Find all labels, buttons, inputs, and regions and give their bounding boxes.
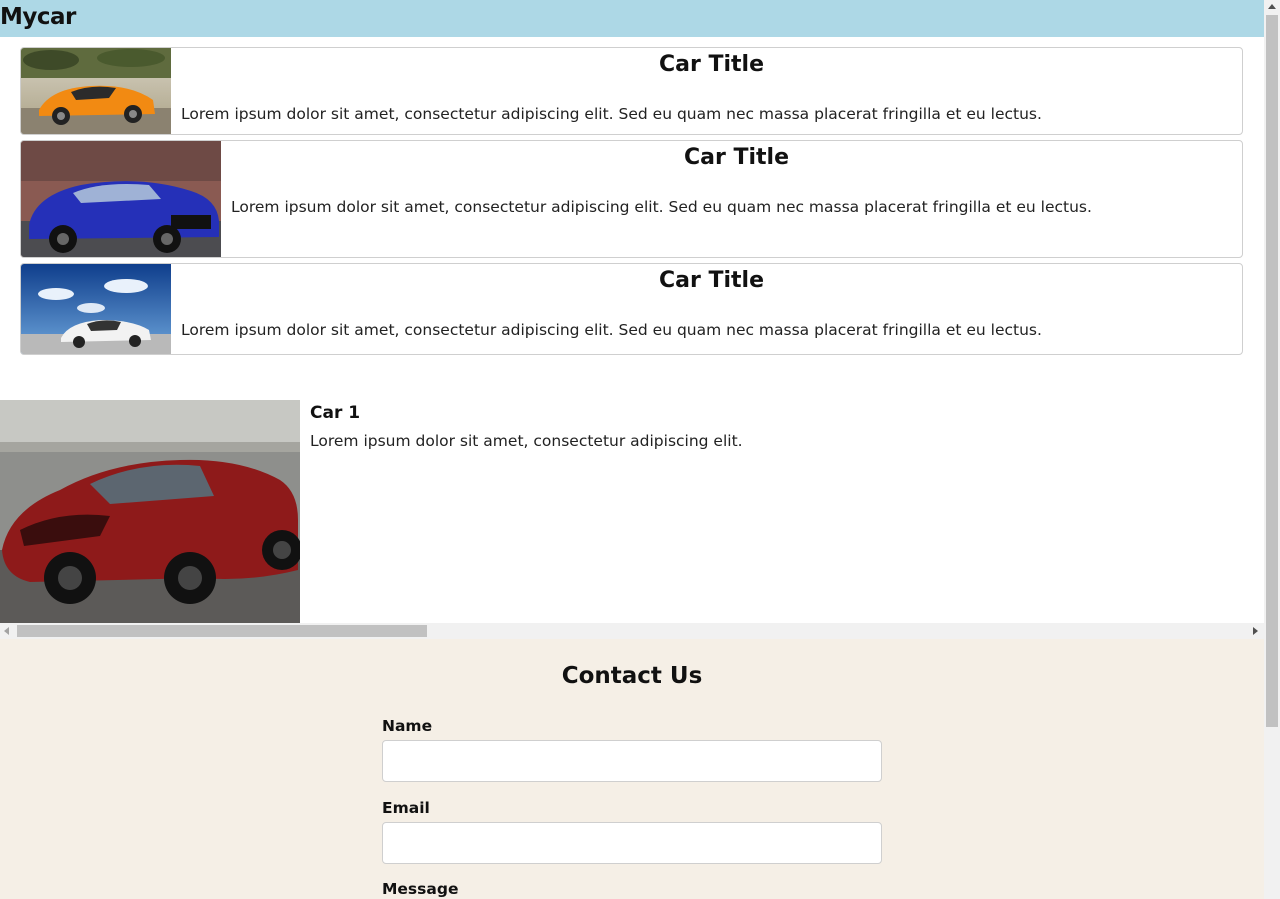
car-card-image xyxy=(21,264,171,354)
car-card: Car Title Lorem ipsum dolor sit amet, co… xyxy=(20,263,1243,355)
scroll-left-icon[interactable] xyxy=(4,627,9,635)
car-card: Car Title Lorem ipsum dolor sit amet, co… xyxy=(20,47,1243,135)
email-field[interactable] xyxy=(382,822,882,864)
gallery-item-text: Lorem ipsum dolor sit amet, consectetur … xyxy=(310,432,743,450)
car-card-title: Car Title xyxy=(658,268,765,293)
contact-title: Contact Us xyxy=(561,663,703,689)
car-card-title: Car Title xyxy=(658,52,765,77)
name-field[interactable] xyxy=(382,740,882,782)
contact-section: Contact Us Name Email Message xyxy=(0,639,1264,899)
car-card-image xyxy=(21,48,171,134)
car-card-image xyxy=(21,141,221,257)
gallery-item-title: Car 1 xyxy=(310,403,361,423)
car-card-text: Lorem ipsum dolor sit amet, consectetur … xyxy=(231,198,1092,216)
scrollbar-thumb[interactable] xyxy=(1266,15,1278,727)
gallery-item-image xyxy=(0,400,300,623)
car-card-text: Lorem ipsum dolor sit amet, consectetur … xyxy=(181,105,1042,123)
scroll-up-icon[interactable] xyxy=(1268,4,1276,9)
car-card: Car Title Lorem ipsum dolor sit amet, co… xyxy=(20,140,1243,258)
scroll-right-icon[interactable] xyxy=(1253,627,1258,635)
scrollbar-thumb[interactable] xyxy=(17,625,427,637)
car-card-title: Car Title xyxy=(683,145,790,170)
car-card-text: Lorem ipsum dolor sit amet, consectetur … xyxy=(181,321,1042,339)
vertical-scrollbar[interactable] xyxy=(1264,0,1280,899)
horizontal-scrollbar[interactable] xyxy=(0,623,1264,639)
site-brand[interactable]: Mycar xyxy=(0,4,76,30)
email-label: Email xyxy=(382,799,430,817)
name-label: Name xyxy=(382,717,433,735)
car-gallery[interactable]: Car 1 Lorem ipsum dolor sit amet, consec… xyxy=(0,400,1264,623)
message-label: Message xyxy=(382,880,459,898)
page: Mycar Car Title Lorem ipsum dolor sit am… xyxy=(0,0,1264,899)
site-header: Mycar xyxy=(0,0,1264,37)
